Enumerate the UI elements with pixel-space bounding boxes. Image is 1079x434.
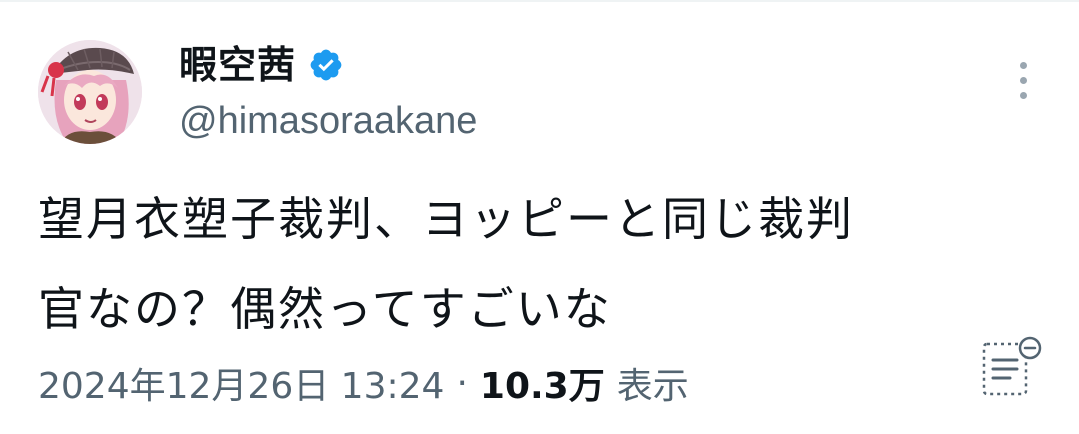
views-count: 10.3万: [479, 366, 605, 407]
meta-separator: ·: [456, 362, 468, 404]
user-handle[interactable]: @himasoraakane: [179, 98, 477, 144]
tweet-meta: 2024年12月26日 13:24 · 10.3万 表示: [38, 356, 689, 410]
tweet-text: 望月衣塑子裁判、ヨッピーと同じ裁判 官なの？偶然ってすごいな: [38, 174, 1038, 354]
avatar[interactable]: [38, 40, 142, 144]
more-dot: [1019, 61, 1027, 69]
author-name-row: 暇空茜: [179, 40, 344, 90]
display-name[interactable]: 暇空茜: [179, 40, 296, 90]
tweet-timestamp[interactable]: 2024年12月26日 13:24: [38, 357, 444, 409]
more-vertical-icon[interactable]: [1006, 60, 1040, 100]
more-dot: [1019, 76, 1027, 84]
tweet-text-line: 望月衣塑子裁判、ヨッピーと同じ裁判: [38, 192, 854, 246]
more-dot: [1019, 91, 1027, 99]
views-label: 表示: [616, 366, 689, 407]
verified-badge-icon[interactable]: [308, 47, 344, 83]
avatar-illustration: [38, 40, 142, 144]
tweet-card: 暇空茜 @himasoraakane 望月衣塑子裁判、ヨッピーと同じ裁判 官なの…: [0, 0, 1079, 434]
analytics-icon[interactable]: [978, 336, 1048, 400]
tweet-text-line: 官なの？偶然ってすごいな: [38, 282, 612, 336]
